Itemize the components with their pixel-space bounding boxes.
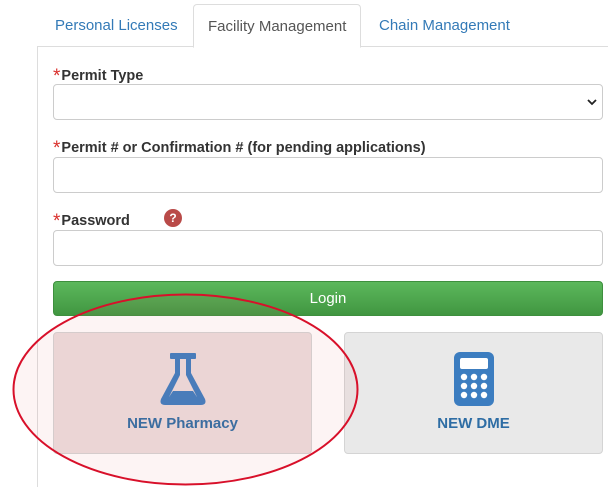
- password-input[interactable]: [53, 230, 603, 266]
- tab-bar: Personal Licenses Facility Management Ch…: [37, 0, 608, 48]
- permit-number-label: *Permit # or Confirmation # (for pending…: [53, 138, 426, 159]
- required-marker: *: [53, 138, 61, 159]
- new-dme-label: NEW DME: [437, 415, 510, 432]
- calculator-icon: [453, 352, 494, 406]
- flask-icon: [160, 353, 205, 405]
- chevron-down-icon: [587, 99, 597, 106]
- new-pharmacy-label: NEW Pharmacy: [127, 415, 238, 432]
- password-label: *Password: [53, 211, 130, 232]
- permit-type-select[interactable]: [53, 84, 603, 120]
- tab-personal-licenses[interactable]: Personal Licenses: [41, 4, 192, 48]
- question-circle-icon[interactable]: ?: [164, 209, 182, 227]
- permit-number-input[interactable]: [53, 157, 603, 193]
- login-button[interactable]: Login: [53, 281, 603, 316]
- tab-facility-management[interactable]: Facility Management: [193, 4, 362, 48]
- new-dme-tile[interactable]: NEW DME: [344, 332, 603, 454]
- permit-type-label: *Permit Type: [53, 66, 144, 87]
- required-marker: *: [53, 211, 61, 232]
- new-pharmacy-tile[interactable]: NEW Pharmacy: [53, 332, 312, 454]
- tab-chain-management[interactable]: Chain Management: [365, 4, 524, 48]
